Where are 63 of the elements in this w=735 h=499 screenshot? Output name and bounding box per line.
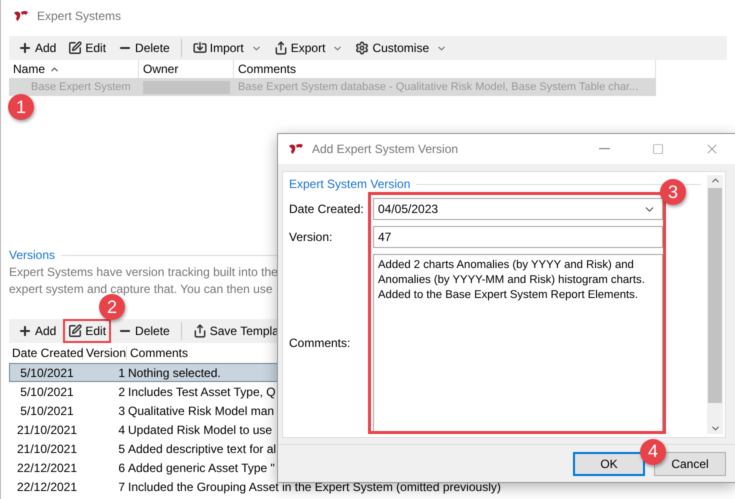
table-cell: Updated Risk Model to use (128, 422, 272, 436)
table-cell: Nothing selected. (128, 366, 221, 380)
description-text: Expert Systems have version tracking built into the (9, 264, 278, 281)
toolbar-button[interactable]: Edit (63, 319, 112, 343)
app-logo-icon (288, 142, 304, 156)
table-cell-text: 22/12/2021 (16, 460, 78, 474)
plus-icon (18, 41, 32, 55)
table-cell: Included the Grouping Asset in the Expert System (omitted previously) (128, 480, 501, 494)
dialog-title: Add Expert System Version (312, 142, 460, 156)
export-icon (192, 324, 207, 338)
toolbar-button[interactable]: Customise (350, 36, 452, 60)
table-cell-text: 5 (117, 442, 126, 456)
table-cell-text: Base Expert System database - Qualitative Risk Model, Base System Table char... (237, 81, 640, 93)
comments-textarea[interactable]: Added 2 charts Anomalies (by YYYY and Risk) and Anomalies (by YYYY-MM and Risk) histogram charts. Added to the Base Expert System Report Elements. (373, 254, 663, 432)
toolbar-button[interactable]: Add (13, 319, 62, 343)
settings-icon (355, 41, 370, 55)
scrollbar[interactable] (707, 175, 723, 434)
toolbar-button[interactable]: Delete (113, 319, 175, 343)
app-logo-icon (13, 10, 29, 22)
table-cell: Added generic Asset Type " (128, 460, 275, 474)
group-title: Expert System Version (289, 177, 410, 191)
table-cell-text: 5/10/2021 (19, 384, 75, 398)
table-cell: Includes Test Asset Type, Q (128, 384, 276, 398)
table-cell-text: 3 (117, 404, 126, 418)
edit-icon (68, 41, 82, 55)
table-cell-text: 21/10/2021 (16, 422, 78, 436)
import-icon (192, 41, 207, 55)
toolbar-button[interactable]: Add (13, 36, 62, 60)
field-label: Comments: (289, 335, 352, 352)
minimize-icon (598, 148, 610, 150)
table-cell-text: 21/10/2021 (16, 442, 78, 456)
toolbar-button[interactable]: Import (188, 36, 267, 60)
step-badge: 1 (8, 94, 34, 120)
table-cell-text: 2 (117, 384, 126, 398)
table-cell-text: 6 (117, 460, 126, 474)
export-icon (274, 41, 288, 55)
column-header[interactable]: Date Created (9, 346, 83, 360)
table-cell-text: 5/10/2021 (19, 366, 75, 380)
edit-icon (68, 324, 82, 338)
section-title: Versions (9, 248, 56, 262)
plus-icon (18, 324, 32, 338)
table-cell: Added descriptive text for al (128, 442, 276, 456)
dialog-button[interactable]: OK (573, 452, 645, 476)
toolbar-button[interactable]: Delete (113, 36, 175, 60)
table-cell: Qualitative Risk Model man (128, 404, 274, 418)
table-cell-text: 5/10/2021 (19, 404, 75, 418)
step-badge: 3 (660, 179, 686, 205)
date-dropdown[interactable]: 04/05/2023 (373, 198, 663, 220)
toolbar-button[interactable]: Export (268, 36, 348, 60)
toolbar-button[interactable]: Edit (63, 36, 112, 60)
table-cell-text: Base Expert System (30, 81, 132, 93)
table-cell-text: 1 (117, 366, 126, 380)
version-input[interactable]: 47 (373, 226, 663, 248)
step-badge: 2 (99, 294, 126, 320)
window-title: Expert Systems (37, 9, 122, 23)
column-header[interactable]: Version (83, 346, 127, 360)
table-cell-text: 7 (117, 480, 126, 494)
field-label: Date Created: (289, 201, 365, 218)
table-cell-text: 22/12/2021 (16, 480, 78, 494)
table-cell-text: 4 (117, 422, 126, 436)
step-badge: 4 (640, 438, 666, 464)
field-label: Version: (289, 229, 334, 246)
maximize-icon (652, 143, 664, 155)
